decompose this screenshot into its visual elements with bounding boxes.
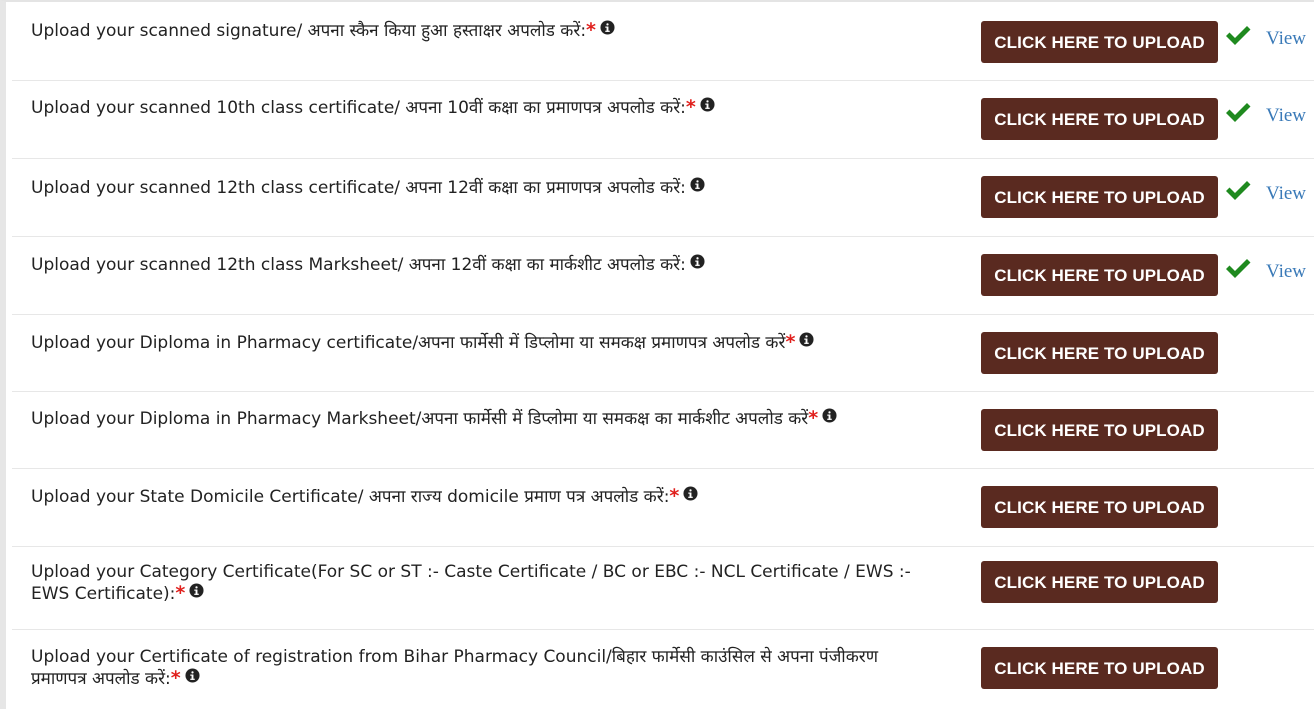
info-circle-icon[interactable] xyxy=(185,668,200,683)
upload-button[interactable]: CLICK HERE TO UPLOAD xyxy=(981,176,1218,218)
required-asterisk: * xyxy=(170,667,181,689)
row-label-text: Upload your Diploma in Pharmacy certific… xyxy=(31,333,786,353)
upload-button[interactable]: CLICK HERE TO UPLOAD xyxy=(981,21,1218,63)
checkmark-icon xyxy=(1224,100,1252,124)
info-circle-icon[interactable] xyxy=(189,583,204,598)
checkmark-icon xyxy=(1224,178,1252,202)
view-link[interactable]: View xyxy=(1266,261,1306,283)
row-label-text: Upload your Certificate of registration … xyxy=(31,647,879,689)
view-link[interactable]: View xyxy=(1266,28,1306,50)
upload-row-domicile-certificate: Upload your State Domicile Certificate/ … xyxy=(12,469,1314,547)
upload-button[interactable]: CLICK HERE TO UPLOAD xyxy=(981,254,1218,296)
upload-row-12th-certificate: Upload your scanned 12th class certifica… xyxy=(12,159,1314,237)
upload-row-pharmacy-council-registration: Upload your Certificate of registration … xyxy=(12,630,1314,709)
row-label-text: Upload your State Domicile Certificate/ … xyxy=(31,487,670,507)
row-label: Upload your Certificate of registration … xyxy=(31,647,911,690)
info-circle-icon[interactable] xyxy=(799,332,814,347)
info-circle-icon[interactable] xyxy=(690,254,705,269)
checkmark-icon xyxy=(1224,256,1252,280)
upload-list: Upload your scanned signature/ अपना स्कै… xyxy=(12,4,1314,709)
row-label-text: Upload your scanned signature/ अपना स्कै… xyxy=(31,21,587,41)
required-asterisk: * xyxy=(586,19,596,41)
upload-button[interactable]: CLICK HERE TO UPLOAD xyxy=(981,486,1218,528)
view-link[interactable]: View xyxy=(1266,105,1306,127)
upload-button[interactable]: CLICK HERE TO UPLOAD xyxy=(981,647,1218,689)
upload-button[interactable]: CLICK HERE TO UPLOAD xyxy=(981,98,1218,140)
row-label-text: Upload your Diploma in Pharmacy Markshee… xyxy=(31,409,809,429)
row-label: Upload your Diploma in Pharmacy certific… xyxy=(31,332,911,354)
upload-row-diploma-certificate: Upload your Diploma in Pharmacy certific… xyxy=(12,315,1314,392)
upload-row-12th-marksheet: Upload your scanned 12th class Marksheet… xyxy=(12,237,1314,315)
upload-row-diploma-marksheet: Upload your Diploma in Pharmacy Markshee… xyxy=(12,392,1314,469)
row-label-text: Upload your scanned 10th class certifica… xyxy=(31,98,686,118)
required-asterisk: * xyxy=(669,485,680,507)
row-label-text: Upload your Category Certificate(For SC … xyxy=(31,562,911,604)
required-asterisk: * xyxy=(808,407,819,429)
upload-button[interactable]: CLICK HERE TO UPLOAD xyxy=(981,332,1218,374)
info-circle-icon[interactable] xyxy=(690,177,705,192)
view-link[interactable]: View xyxy=(1266,183,1306,205)
upload-documents-panel: Upload your scanned signature/ अपना स्कै… xyxy=(0,0,1314,709)
required-asterisk: * xyxy=(685,96,696,118)
row-label-text: Upload your scanned 12th class certifica… xyxy=(31,178,686,198)
row-label: Upload your Diploma in Pharmacy Markshee… xyxy=(31,408,911,430)
row-label: Upload your scanned signature/ अपना स्कै… xyxy=(31,20,911,42)
upload-row-category-certificate: Upload your Category Certificate(For SC … xyxy=(12,547,1314,630)
required-asterisk: * xyxy=(175,582,186,604)
checkmark-icon xyxy=(1224,23,1252,47)
row-label: Upload your scanned 12th class certifica… xyxy=(31,177,911,199)
upload-button[interactable]: CLICK HERE TO UPLOAD xyxy=(981,561,1218,603)
row-label: Upload your scanned 10th class certifica… xyxy=(31,97,911,119)
row-label: Upload your Category Certificate(For SC … xyxy=(31,562,911,605)
upload-row-10th-certificate: Upload your scanned 10th class certifica… xyxy=(12,81,1314,159)
info-circle-icon[interactable] xyxy=(600,20,615,35)
row-label-text: Upload your scanned 12th class Marksheet… xyxy=(31,255,686,275)
upload-button[interactable]: CLICK HERE TO UPLOAD xyxy=(981,409,1218,451)
upload-row-signature: Upload your scanned signature/ अपना स्कै… xyxy=(12,4,1314,81)
row-label: Upload your scanned 12th class Marksheet… xyxy=(31,254,911,276)
info-circle-icon[interactable] xyxy=(822,408,837,423)
info-circle-icon[interactable] xyxy=(700,97,715,112)
info-circle-icon[interactable] xyxy=(683,486,698,501)
required-asterisk: * xyxy=(785,331,796,353)
row-label: Upload your State Domicile Certificate/ … xyxy=(31,486,911,508)
